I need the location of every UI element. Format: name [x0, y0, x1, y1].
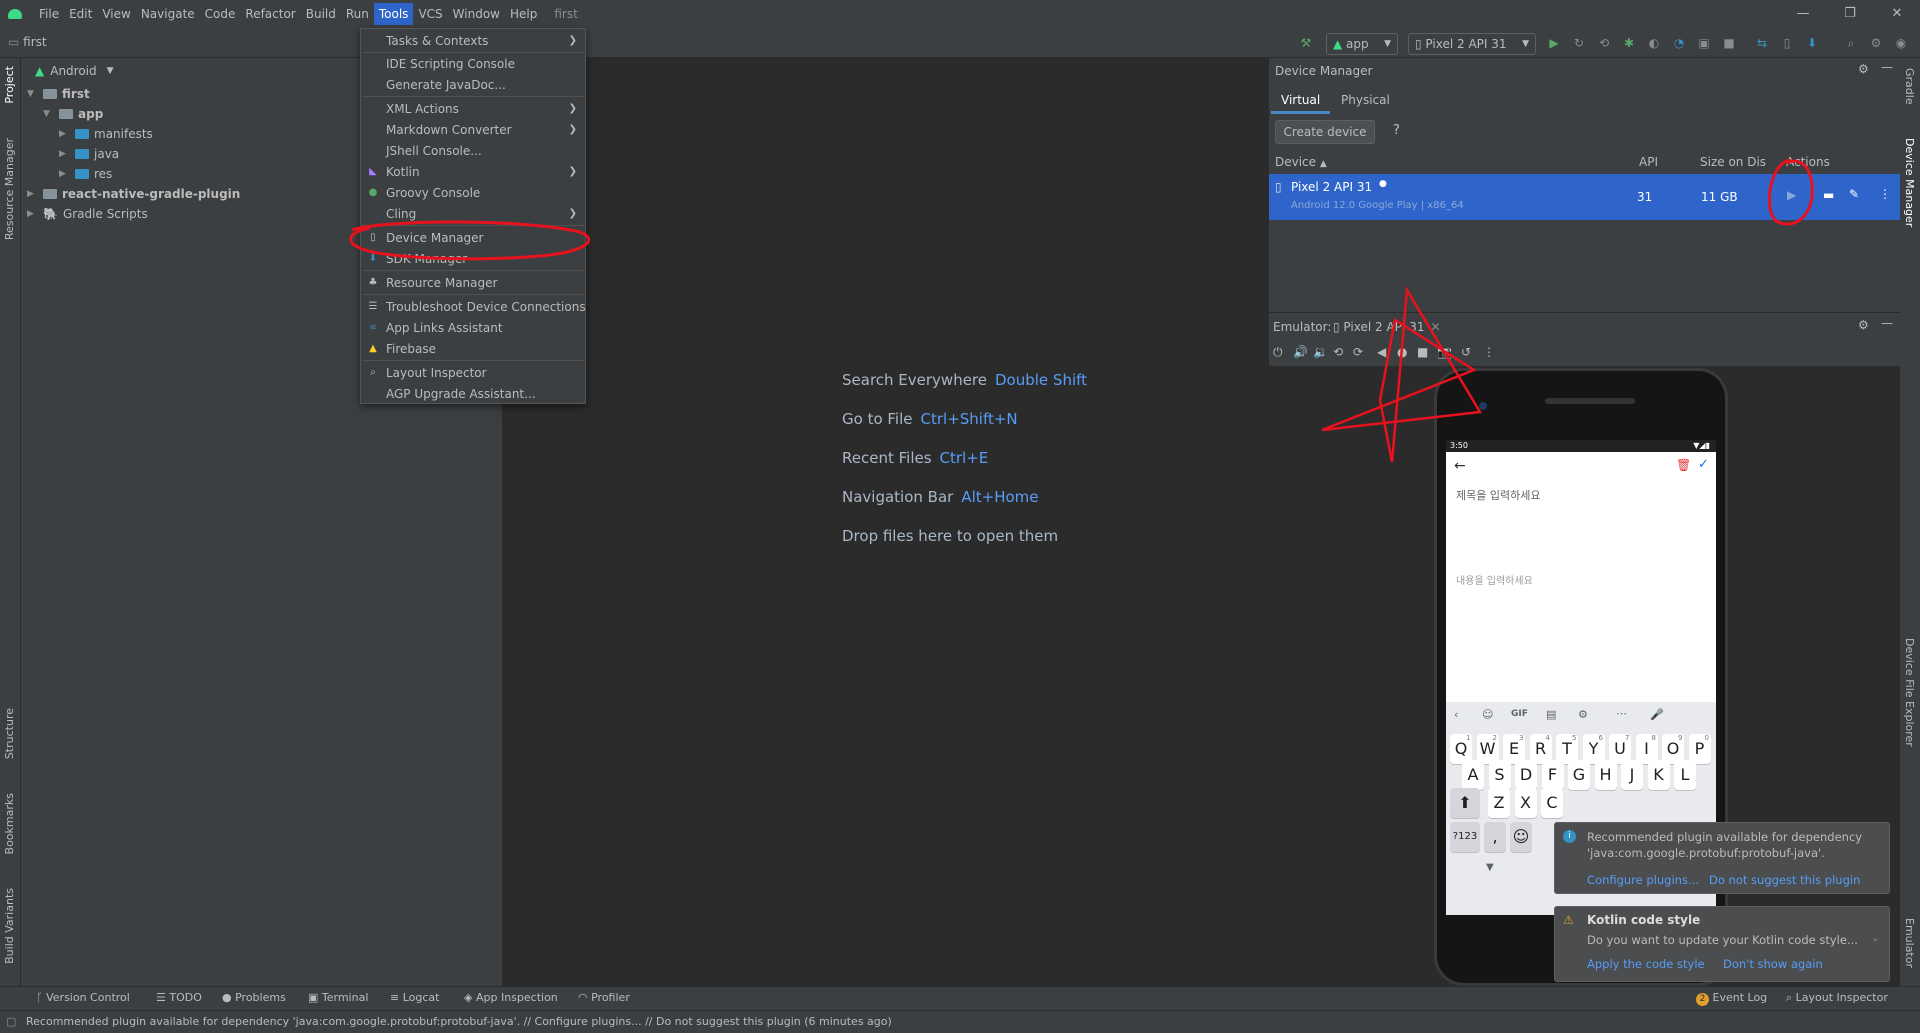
red-annotation-marks — [349, 158, 1814, 463]
star-mark — [1321, 286, 1483, 463]
device-manager-circle-mark — [349, 220, 591, 261]
play-button-circle-mark — [1767, 158, 1814, 226]
